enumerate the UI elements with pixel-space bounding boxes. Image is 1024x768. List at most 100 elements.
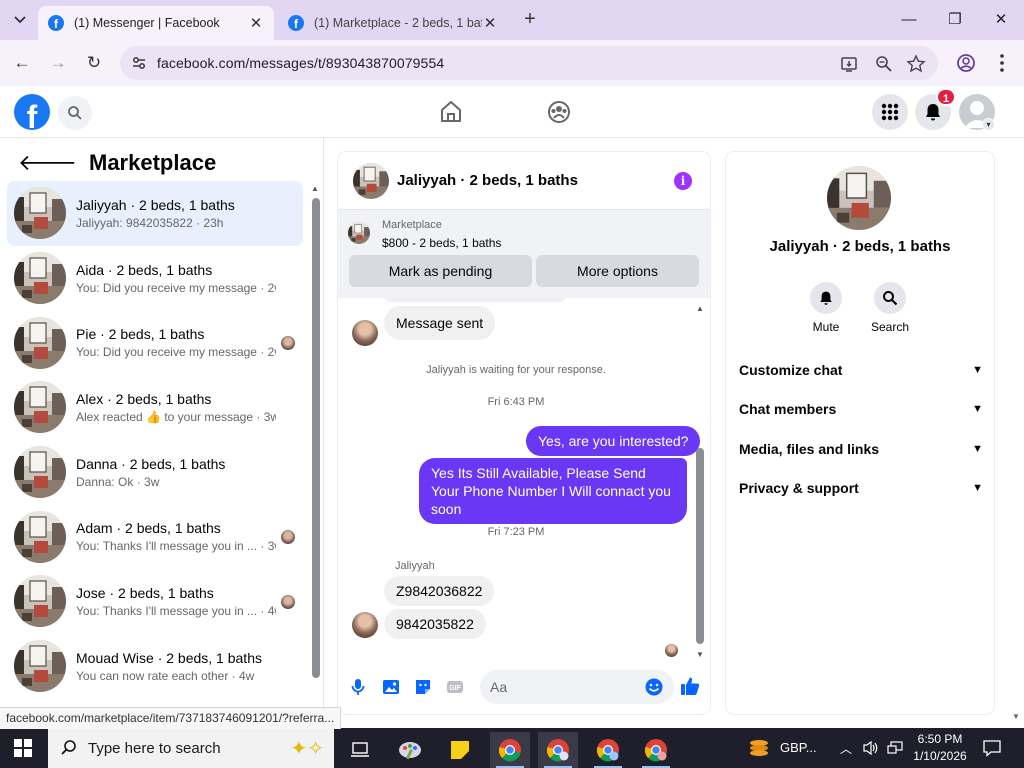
chat-details-panel: Jaliyyah · 2 beds, 1 baths Mute Search C…	[726, 152, 994, 714]
currency-coins-icon[interactable]	[748, 737, 770, 759]
thumbs-up-icon[interactable]	[679, 675, 701, 697]
sender-avatar	[352, 320, 378, 346]
chrome-taskbar-icon[interactable]	[490, 732, 530, 768]
zoom-icon[interactable]	[874, 54, 894, 74]
chat-members-section[interactable]: Chat members ▼	[739, 391, 983, 427]
conversation-preview: Alex reacted 👍 to your message · 3w	[76, 409, 276, 424]
listing-thumbnail[interactable]	[348, 222, 370, 244]
network-icon[interactable]	[886, 740, 904, 756]
chrome-taskbar-icon[interactable]	[588, 732, 628, 768]
new-tab-icon[interactable]: +	[518, 8, 542, 32]
conversation-avatar[interactable]	[827, 166, 891, 230]
account-chevron-icon[interactable]: ▾	[982, 118, 995, 131]
browser-menu-icon[interactable]	[990, 51, 1014, 75]
minimize-icon[interactable]: —	[894, 6, 924, 34]
conversation-list-scrollbar[interactable]	[312, 198, 320, 678]
chrome-taskbar-icon[interactable]	[538, 732, 578, 768]
tab-marketplace[interactable]: f (1) Marketplace - 2 beds, 1 bath ✕	[278, 6, 508, 40]
chevron-down-icon: ▼	[972, 443, 983, 455]
sticker-icon[interactable]	[413, 677, 433, 697]
speaker-icon[interactable]	[862, 740, 880, 756]
conversation-item[interactable]: Adam · 2 beds, 1 baths You: Thanks I'll …	[7, 504, 303, 569]
message-bubble-partial	[384, 298, 566, 302]
privacy-support-section[interactable]: Privacy & support ▼	[739, 470, 983, 506]
gif-icon[interactable]: GIF	[445, 677, 465, 697]
tray-chevron-up-icon[interactable]: ︿	[840, 740, 852, 757]
conversation-name: Jose · 2 beds, 1 baths	[76, 584, 214, 601]
mute-action[interactable]: Mute	[798, 282, 854, 334]
conversation-preview: Jaliyyah: 9842035822 · 23h	[76, 215, 224, 230]
paint-app-icon[interactable]	[390, 732, 430, 768]
close-tab-icon[interactable]: ✕	[482, 14, 498, 32]
taskbar-search[interactable]: Type here to search ✦✧	[48, 728, 334, 768]
conversation-item[interactable]: Danna · 2 beds, 1 baths Danna: Ok · 3w	[7, 440, 303, 505]
taskbar-clock[interactable]: 6:50 PM 1/10/2026	[908, 731, 972, 765]
back-icon[interactable]: ←	[10, 51, 34, 75]
notification-center-icon[interactable]	[982, 739, 1002, 757]
section-label: Privacy & support	[739, 480, 859, 496]
reload-icon[interactable]: ↻	[82, 51, 106, 75]
currency-widget-text[interactable]: GBP...	[780, 740, 817, 755]
listing-source: Marketplace	[382, 219, 442, 231]
conversation-name: Jaliyyah · 2 beds, 1 baths	[76, 196, 235, 213]
conversation-name: Danna · 2 beds, 1 baths	[76, 455, 226, 472]
clock-date: 1/10/2026	[913, 749, 967, 763]
site-settings-icon[interactable]	[130, 54, 148, 72]
sent-message-bubble: Yes Its Still Available, Please Send You…	[419, 458, 687, 524]
sparkle-icon: ✦✧	[290, 737, 324, 760]
conversation-item[interactable]: Pie · 2 beds, 1 baths You: Did you recei…	[7, 310, 303, 375]
install-app-icon[interactable]	[840, 54, 860, 74]
scroll-down-arrow-icon[interactable]: ▼	[696, 650, 704, 659]
conversation-name: Mouad Wise · 2 beds, 1 baths	[76, 649, 262, 666]
customize-chat-section[interactable]: Customize chat ▼	[739, 352, 983, 388]
conversation-item[interactable]: Mouad Wise · 2 beds, 1 baths You can now…	[7, 634, 303, 699]
forward-icon[interactable]: →	[46, 51, 70, 75]
emoji-icon[interactable]	[644, 677, 664, 697]
profile-icon[interactable]	[954, 51, 978, 75]
received-message-bubble: 9842035822	[384, 609, 486, 639]
conversation-item[interactable]: Jaliyyah · 2 beds, 1 baths Jaliyyah: 984…	[7, 181, 303, 246]
conversation-item[interactable]: Jose · 2 beds, 1 baths You: Thanks I'll …	[7, 569, 303, 634]
scroll-up-arrow-icon[interactable]: ▲	[696, 304, 704, 313]
tab-messenger[interactable]: f (1) Messenger | Facebook ✕	[38, 6, 274, 40]
conversation-item[interactable]: Alex · 2 beds, 1 baths Alex reacted 👍 to…	[7, 375, 303, 440]
back-arrow-icon[interactable]: 🡐	[18, 150, 77, 176]
close-window-icon[interactable]: ✕	[986, 6, 1016, 34]
groups-icon[interactable]	[545, 98, 573, 126]
search-icon	[883, 291, 898, 306]
task-view-icon[interactable]	[340, 732, 380, 768]
listing-price[interactable]: $800 - 2 beds, 1 baths	[382, 236, 501, 250]
conversation-preview: You: Thanks I'll message you in ... · 4w	[76, 603, 276, 618]
photo-icon[interactable]	[381, 677, 401, 697]
panel-header: 🡐 Marketplace	[18, 150, 216, 176]
sender-name: Jaliyyah	[395, 560, 435, 572]
info-icon[interactable]: i	[674, 172, 692, 190]
home-icon[interactable]	[437, 98, 465, 126]
media-files-links-section[interactable]: Media, files and links ▼	[739, 431, 983, 467]
windows-start-icon[interactable]	[14, 739, 32, 757]
chevron-down-icon: ▼	[972, 482, 983, 494]
microphone-icon[interactable]	[348, 677, 368, 697]
bookmark-star-icon[interactable]	[906, 54, 926, 74]
page-scroll-down-icon[interactable]: ▼	[1012, 712, 1020, 721]
listing-thumbnail	[14, 575, 66, 627]
close-tab-icon[interactable]: ✕	[248, 14, 264, 32]
message-thread-scrollbar[interactable]	[696, 448, 704, 644]
mark-pending-button[interactable]: Mark as pending	[349, 255, 532, 287]
address-bar[interactable]: facebook.com/messages/t/893043870079554	[120, 46, 938, 80]
chat-title[interactable]: Jaliyyah · 2 beds, 1 baths	[397, 172, 578, 189]
conversation-preview: You can now rate each other · 4w	[76, 668, 255, 683]
sticky-notes-icon[interactable]	[440, 732, 480, 768]
restore-icon[interactable]: ❐	[940, 6, 970, 34]
search-button[interactable]	[58, 96, 92, 130]
search-action[interactable]: Search	[862, 282, 918, 334]
menu-button[interactable]	[872, 94, 908, 130]
url-text: facebook.com/messages/t/893043870079554	[157, 55, 445, 71]
chrome-taskbar-icon[interactable]	[636, 732, 676, 768]
scroll-up-arrow-icon[interactable]: ▲	[311, 184, 319, 193]
more-options-button[interactable]: More options	[536, 255, 699, 287]
tab-search-chevron-icon[interactable]	[8, 8, 32, 32]
conversation-item[interactable]: Aida · 2 beds, 1 baths You: Did you rece…	[7, 246, 303, 311]
chat-thumbnail[interactable]	[353, 163, 389, 199]
facebook-logo-icon[interactable]: f	[14, 94, 50, 130]
